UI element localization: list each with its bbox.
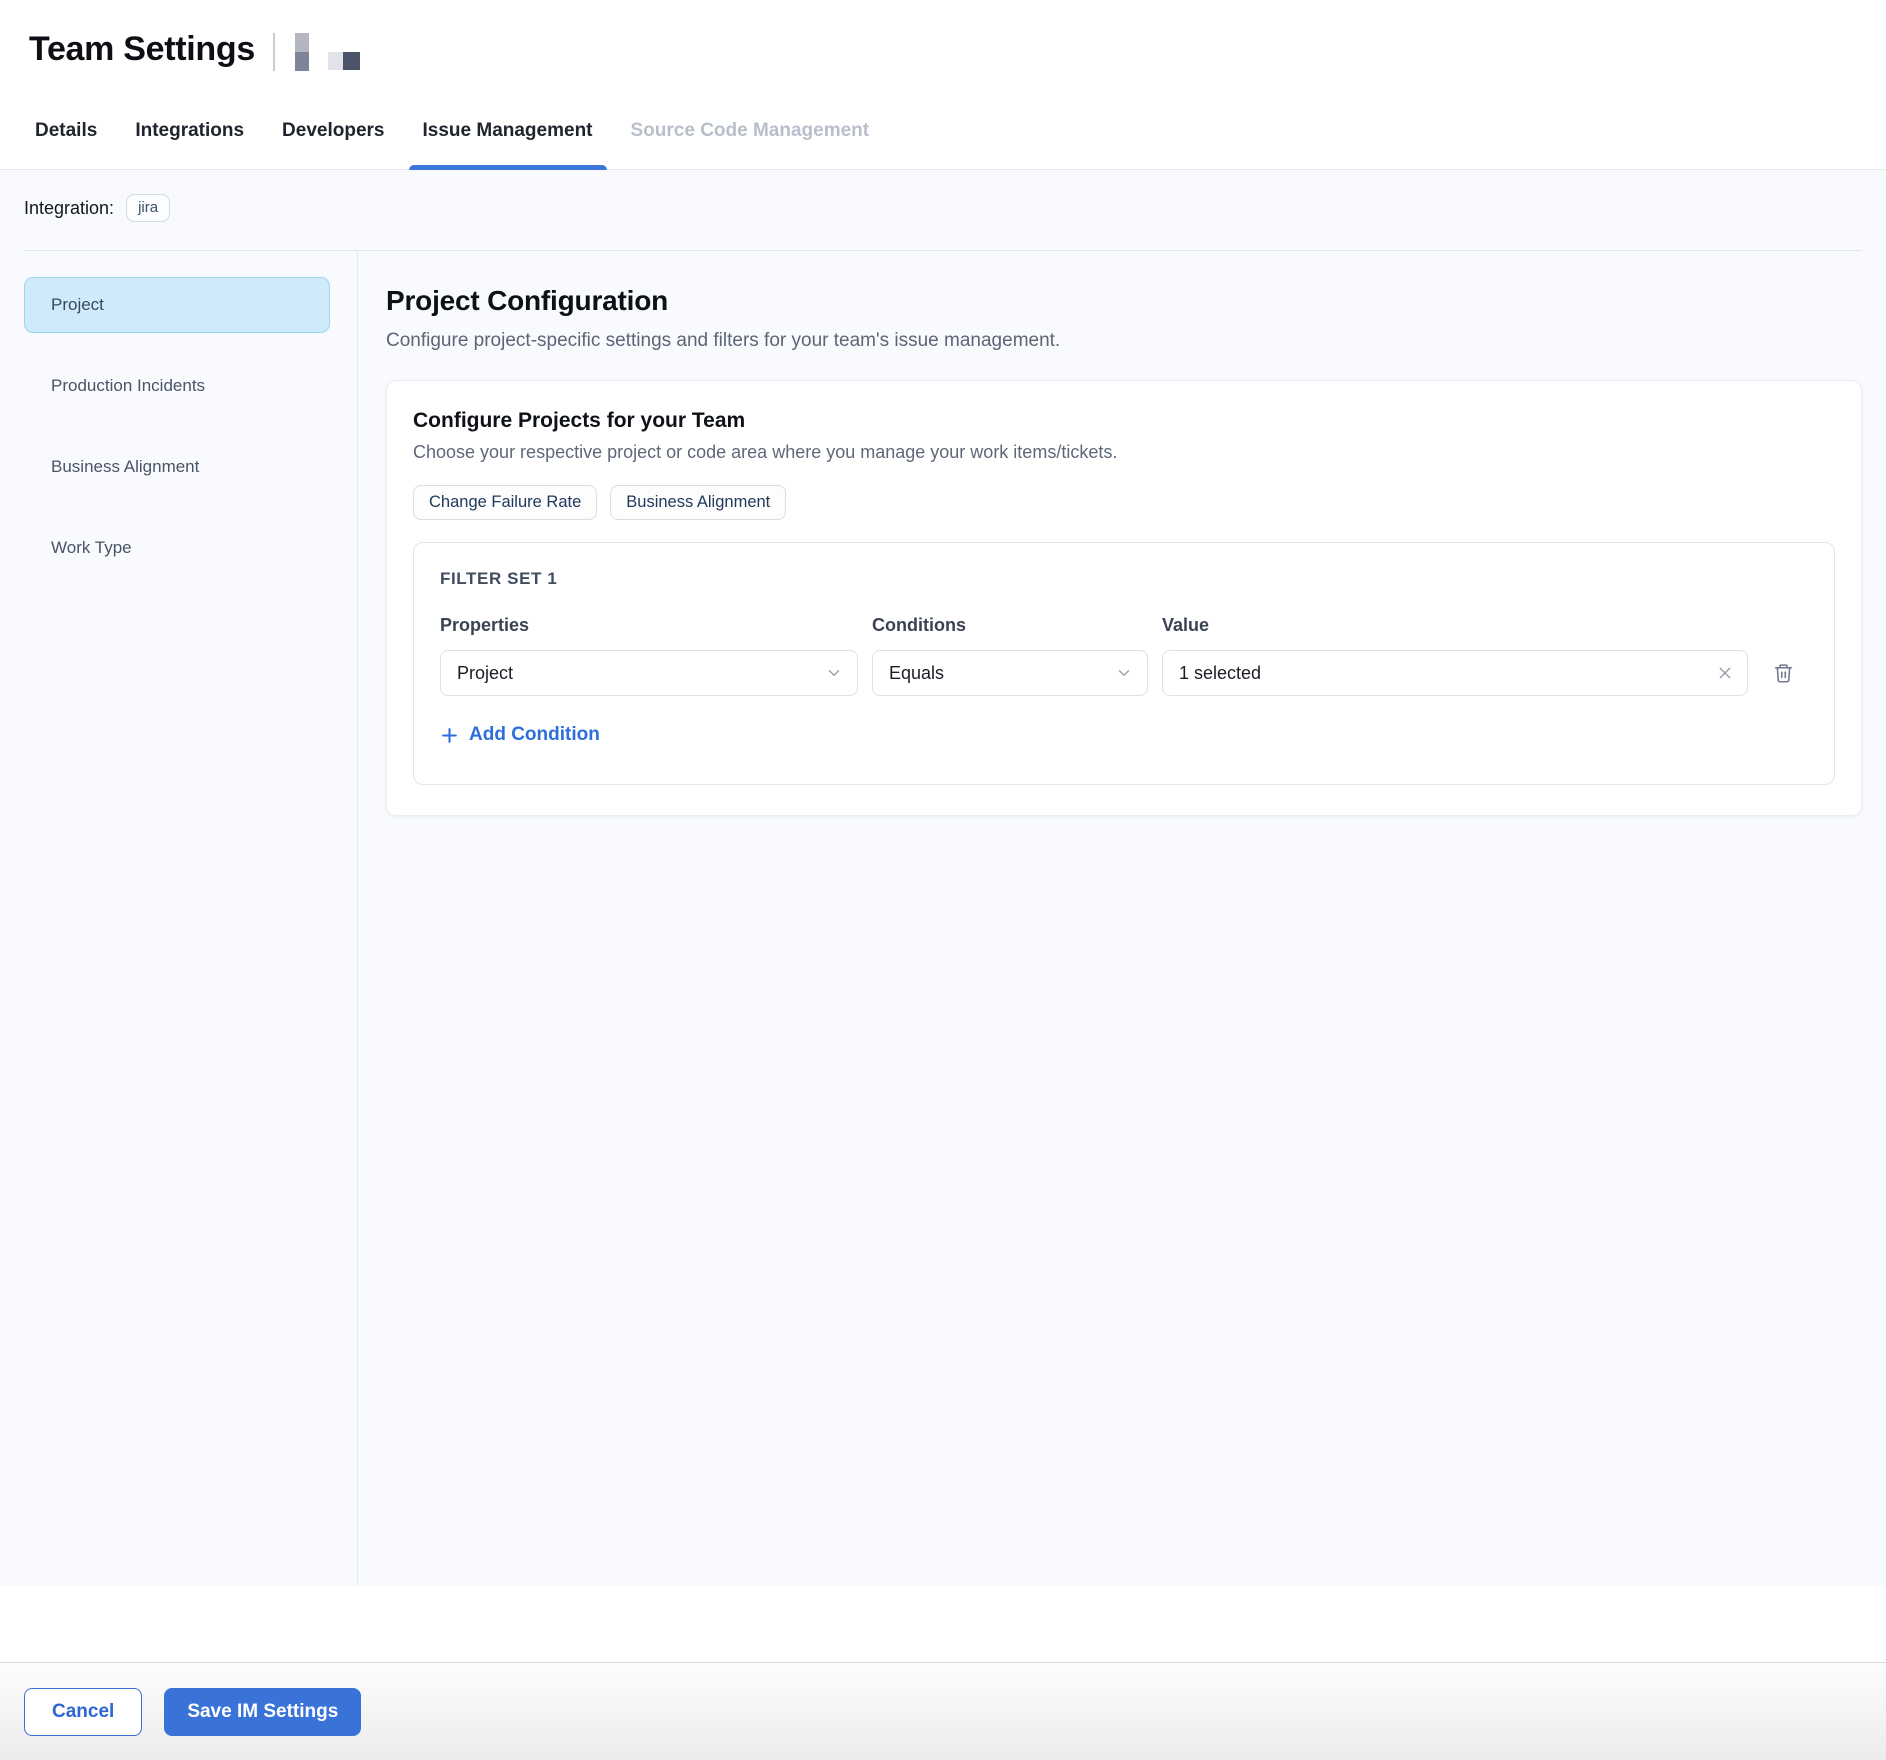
tab-developers[interactable]: Developers [282, 120, 384, 169]
clear-value-icon[interactable] [1717, 665, 1733, 681]
filter-grid: Properties Conditions Value Project [440, 615, 1808, 696]
properties-select[interactable]: Project [440, 650, 858, 696]
tab-details[interactable]: Details [35, 120, 97, 169]
chevron-down-icon [825, 664, 843, 682]
title-separator [273, 33, 275, 71]
chip-business-alignment[interactable]: Business Alignment [610, 485, 786, 520]
integration-row: Integration: jira [0, 170, 1886, 250]
redacted-block [295, 33, 309, 71]
card-description: Choose your respective project or code a… [413, 442, 1835, 463]
add-condition-button[interactable]: Add Condition [440, 724, 600, 746]
settings-tabbar: Details Integrations Developers Issue Ma… [0, 90, 1886, 170]
settings-panes: Project Production Incidents Business Al… [0, 251, 1886, 1586]
page-header: Team Settings [0, 0, 1886, 90]
tab-source-code-management: Source Code Management [631, 120, 870, 169]
footer-spacer [0, 1586, 1886, 1662]
chip-change-failure-rate[interactable]: Change Failure Rate [413, 485, 597, 520]
card-title: Configure Projects for your Team [413, 409, 1835, 433]
trash-icon [1773, 662, 1794, 684]
conditions-select-value: Equals [889, 663, 944, 684]
redacted-block [328, 52, 360, 70]
team-name-redacted [295, 33, 360, 71]
filter-set-1: FILTER SET 1 Properties Conditions Value… [413, 542, 1835, 785]
properties-select-value: Project [457, 663, 513, 684]
team-settings-page: Team Settings Details Integrations Devel… [0, 0, 1886, 1760]
delete-filter-button[interactable] [1762, 650, 1804, 696]
conditions-select[interactable]: Equals [872, 650, 1148, 696]
plus-icon [440, 726, 459, 745]
conditions-label: Conditions [872, 615, 1148, 636]
value-selected-text: 1 selected [1179, 663, 1261, 684]
project-configuration-section: Project Configuration Configure project-… [358, 251, 1886, 1586]
issue-management-panel: Integration: jira Project Production Inc… [0, 170, 1886, 1586]
sidebar-item-project[interactable]: Project [24, 277, 330, 333]
chevron-down-icon [1115, 664, 1133, 682]
project-chips: Change Failure Rate Business Alignment [413, 485, 1835, 520]
integration-label: Integration: [24, 198, 114, 219]
sidebar-item-work-type[interactable]: Work Type [24, 520, 330, 576]
footer-action-bar: Cancel Save IM Settings [0, 1662, 1886, 1760]
cancel-button[interactable]: Cancel [24, 1688, 142, 1736]
value-label: Value [1162, 615, 1748, 636]
content-subtitle: Configure project-specific settings and … [386, 330, 1862, 352]
save-im-settings-button[interactable]: Save IM Settings [164, 1688, 361, 1736]
value-multiselect[interactable]: 1 selected [1162, 650, 1748, 696]
settings-sidebar: Project Production Incidents Business Al… [0, 251, 358, 1586]
integration-badge: jira [126, 194, 170, 222]
sidebar-item-business-alignment[interactable]: Business Alignment [24, 439, 330, 495]
add-condition-label: Add Condition [469, 724, 600, 746]
page-title: Team Settings [29, 30, 255, 69]
configure-projects-card: Configure Projects for your Team Choose … [386, 380, 1862, 816]
filter-set-title: FILTER SET 1 [440, 569, 1808, 589]
properties-label: Properties [440, 615, 858, 636]
sidebar-item-production-incidents[interactable]: Production Incidents [24, 358, 330, 414]
content-title: Project Configuration [386, 285, 1862, 317]
tab-issue-management[interactable]: Issue Management [423, 120, 593, 169]
tab-integrations[interactable]: Integrations [135, 120, 244, 169]
